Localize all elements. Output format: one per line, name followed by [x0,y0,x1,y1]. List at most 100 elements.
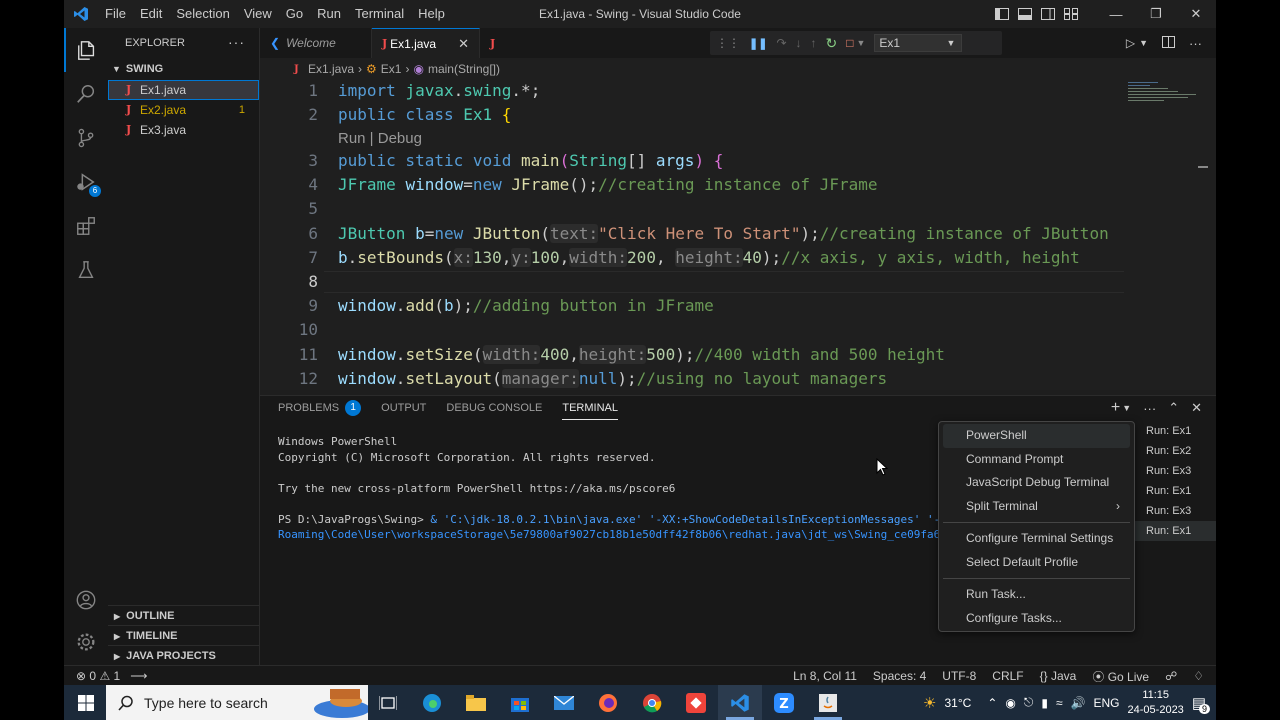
menu-item-powershell[interactable]: PowerShell [943,424,1130,448]
close-window-icon[interactable]: ✕ [1176,0,1216,28]
accounts-icon[interactable] [64,578,108,622]
windows-start-icon[interactable] [64,685,108,720]
debug-config-select[interactable]: Ex1 ▼ [874,34,963,52]
run-icon[interactable]: ▷ [1126,36,1135,50]
run-debug-codelens[interactable]: Run | Debug [338,127,422,151]
source-control-icon[interactable] [64,116,108,160]
chevron-down-icon[interactable]: ▼ [1122,403,1131,413]
tab-debug-console[interactable]: DEBUG CONSOLE [446,396,542,420]
clock[interactable]: 11:15 24-05-2023 [1128,688,1184,718]
java-app-icon[interactable] [806,685,850,720]
language-mode[interactable]: {} Java [1040,669,1077,683]
more-actions-icon[interactable]: ··· [228,34,245,50]
taskbar-search[interactable]: Type here to search [106,685,368,720]
extensions-icon[interactable] [64,204,108,248]
maximize-panel-icon[interactable]: ⌃ [1168,400,1179,416]
toggle-primary-sidebar-icon[interactable] [990,0,1013,28]
store-icon[interactable] [498,685,542,720]
testing-icon[interactable] [64,248,108,292]
menu-item-split-terminal[interactable]: Split Terminal › [943,495,1130,519]
folder-swing[interactable]: ▼ SWING [108,58,259,80]
file-ex2[interactable]: J Ex2.java 1 [108,100,259,120]
terminal-entry[interactable]: Run: Ex3 [1134,461,1216,481]
go-live-button[interactable]: ⦿ Go Live [1092,668,1149,685]
drag-handle-icon[interactable]: ⋮⋮ [716,36,740,50]
menu-item-command-prompt[interactable]: Command Prompt [943,448,1130,472]
stop-icon[interactable]: □ [846,36,853,50]
menu-edit[interactable]: Edit [133,0,169,28]
meet-now-icon[interactable]: ◉ [1005,696,1015,710]
file-ex1[interactable]: J Ex1.java [108,80,259,100]
volume-icon[interactable]: 🔊 [1071,696,1086,710]
chevron-up-icon[interactable]: ⌃ [987,696,997,710]
line-ending[interactable]: CRLF [992,669,1023,683]
terminal-entry[interactable]: Run: Ex1 [1134,421,1216,441]
step-out-icon[interactable]: ↑ [811,36,817,50]
breadcrumb-file[interactable]: Ex1.java [308,62,354,76]
cursor-position[interactable]: Ln 8, Col 11 [793,669,857,683]
menu-run[interactable]: Run [310,0,348,28]
encoding[interactable]: UTF-8 [942,669,976,683]
file-ex3[interactable]: J Ex3.java [108,120,259,140]
code-editor[interactable]: 1 import javax.swing.*; 2 public class E… [260,80,1216,390]
menu-go[interactable]: Go [279,0,310,28]
notifications-bell-icon[interactable]: ♢ [1193,669,1204,683]
menu-item-js-debug-terminal[interactable]: JavaScript Debug Terminal [943,471,1130,495]
toggle-panel-icon[interactable] [1013,0,1036,28]
breadcrumb-class[interactable]: Ex1 [381,62,402,76]
split-editor-icon[interactable] [1162,35,1175,51]
menu-selection[interactable]: Selection [169,0,236,28]
zoom-icon[interactable]: Z [762,685,806,720]
terminal-entry[interactable]: Run: Ex2 [1134,441,1216,461]
outline-section[interactable]: ▶ OUTLINE [108,605,260,625]
input-language[interactable]: ENG [1094,696,1120,710]
step-into-icon[interactable]: ↓ [796,36,802,50]
chevron-down-icon[interactable]: ▼ [856,38,865,48]
firefox-icon[interactable] [586,685,630,720]
task-view-icon[interactable] [366,685,410,720]
terminal-output[interactable]: Windows PowerShell Copyright (C) Microsof… [278,434,938,543]
more-actions-icon[interactable]: ··· [1143,401,1156,416]
step-over-icon[interactable]: ↷ [776,36,786,50]
menu-terminal[interactable]: Terminal [348,0,411,28]
problems-status[interactable]: ⊗ 0 ⚠ 1 [76,669,120,683]
vscode-taskbar-icon[interactable] [718,685,762,720]
menu-item-configure-terminal[interactable]: Configure Terminal Settings [943,527,1130,551]
pause-icon[interactable]: ❚❚ [749,37,767,50]
close-panel-icon[interactable]: ✕ [1191,400,1202,416]
close-tab-icon[interactable]: ✕ [458,36,469,52]
terminal-entry[interactable]: Run: Ex1 [1134,481,1216,501]
menu-item-default-profile[interactable]: Select Default Profile [943,551,1130,575]
indentation[interactable]: Spaces: 4 [873,669,926,683]
codelens[interactable]: Run | Debug [260,127,1130,151]
usb-icon[interactable]: ⎋ [1024,695,1034,710]
restore-icon[interactable]: ❐ [1136,0,1176,28]
file-explorer-icon[interactable] [454,685,498,720]
wifi-icon[interactable]: ≈ [1056,696,1063,710]
manage-gear-icon[interactable] [64,620,108,664]
more-actions-icon[interactable]: ··· [1189,36,1202,51]
tab-terminal[interactable]: TERMINAL [562,396,618,420]
minimize-icon[interactable]: — [1096,0,1136,28]
terminal-entry[interactable]: Run: Ex1 [1134,521,1216,541]
explorer-icon[interactable] [64,28,108,72]
menu-item-configure-tasks[interactable]: Configure Tasks... [943,607,1130,631]
anydesk-icon[interactable] [674,685,718,720]
menu-view[interactable]: View [237,0,279,28]
breadcrumb-method[interactable]: main(String[]) [428,62,500,76]
port-forward-icon[interactable]: ⟶ [130,669,147,683]
restart-icon[interactable]: ↻ [826,35,838,52]
scrollbar-thumb[interactable] [1198,166,1208,168]
customize-layout-icon[interactable] [1059,0,1082,28]
tab-ex2[interactable]: J [480,28,510,58]
new-terminal-icon[interactable]: + [1111,399,1120,417]
menu-file[interactable]: File [98,0,133,28]
search-icon[interactable] [64,72,108,116]
weather-temp[interactable]: 31°C [945,696,972,710]
edge-icon[interactable] [410,685,454,720]
notifications-icon[interactable]: ▤ 9 [1192,694,1210,714]
mail-icon[interactable] [542,685,586,720]
chrome-icon[interactable] [630,685,674,720]
chevron-down-icon[interactable]: ▼ [1139,38,1148,48]
tab-output[interactable]: OUTPUT [381,396,426,420]
